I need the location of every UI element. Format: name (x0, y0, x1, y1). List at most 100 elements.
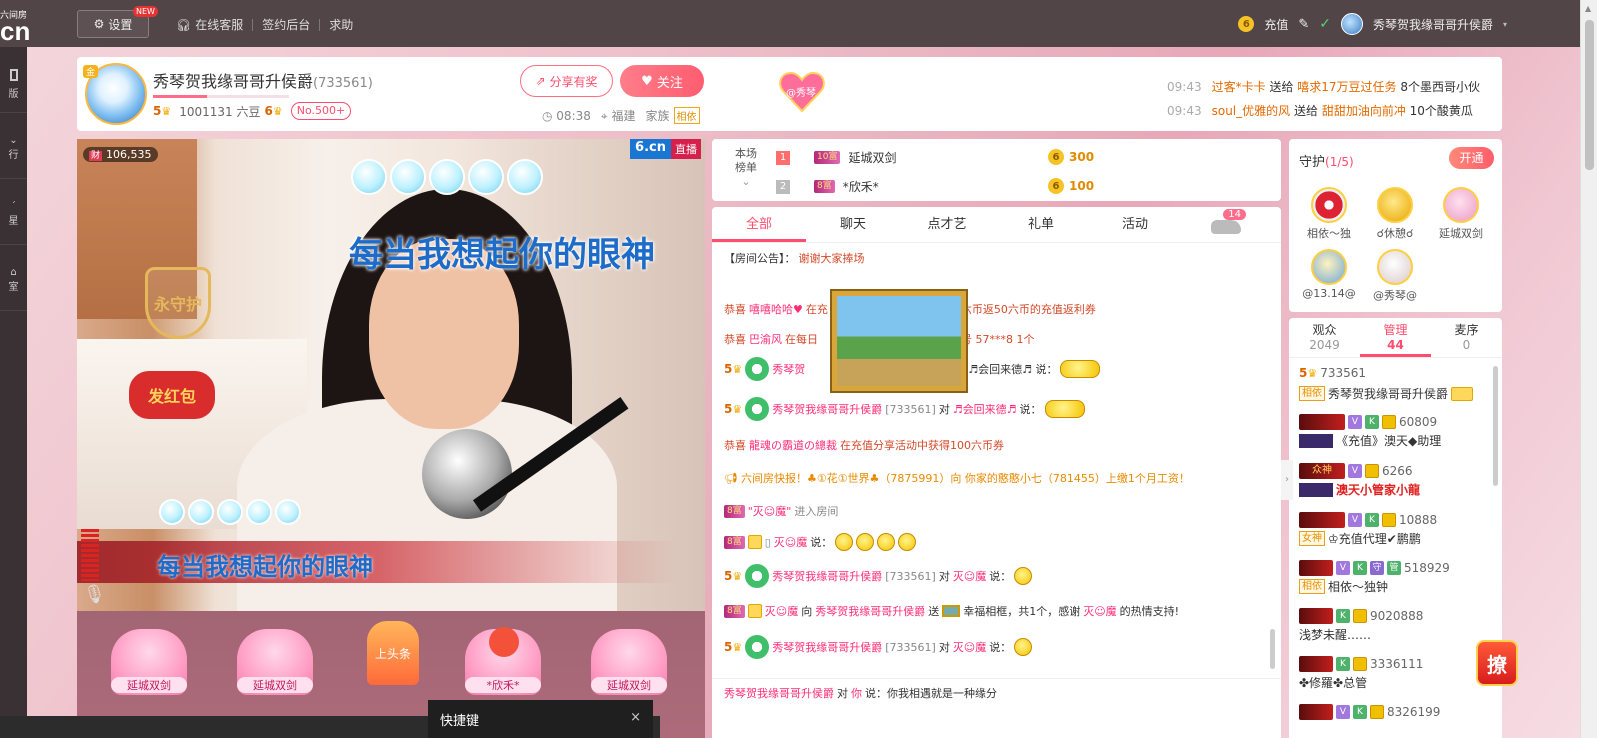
user-row[interactable]: V K 10888 (1299, 512, 1437, 528)
rank-tag (1299, 512, 1345, 528)
message-user[interactable]: 巴渝风 (749, 331, 782, 347)
sign-backend-link[interactable]: 签约后台 (262, 16, 310, 33)
user-avatar[interactable] (1340, 13, 1363, 35)
feed-target[interactable]: 嘻求17万豆过任务 (1297, 80, 1396, 94)
live-logo: 6.cn 直播 (630, 139, 701, 159)
recharge-link[interactable]: 充值 (1264, 16, 1288, 33)
feed-target[interactable]: 甜甜加油向前冲 (1322, 104, 1406, 118)
rank-badge[interactable]: No.500+ (290, 102, 352, 120)
user-row[interactable]: 5 ♛ 733561 (1299, 366, 1366, 380)
video-player[interactable]: 每当我想起你的眼神 每当我想起你的眼神 财 106,535 6.cn 直播 永守护 … (77, 139, 705, 611)
mic-icon[interactable]: 🎙︎ (83, 584, 106, 608)
message-user[interactable]: "灭☺魔" (748, 503, 792, 519)
guard-shield[interactable]: 永守护 (145, 267, 211, 339)
seat[interactable]: *欣禾* (453, 619, 553, 699)
seat[interactable]: 延城双剑 (579, 619, 679, 699)
edit-icon[interactable]: ✎ (1298, 17, 1309, 32)
message-user[interactable]: 灭☺魔 (774, 534, 807, 550)
message-target[interactable]: 秀琴贺我缘哥哥升侯爵 (815, 603, 925, 619)
rail-item[interactable]: ⌂ 室 (0, 245, 27, 311)
page-scrollbar[interactable]: ▲ (1580, 0, 1597, 738)
tab-admins[interactable]: 管理 44 (1360, 318, 1431, 357)
feed-user[interactable]: soul_优雅的风 (1212, 104, 1291, 118)
message-target[interactable]: 灭☺魔 (953, 639, 986, 655)
message-user[interactable]: 秀琴贺我缘哥哥升侯爵 (772, 568, 882, 584)
guard-member[interactable]: @13.14@ (1299, 249, 1359, 300)
scrollbar-thumb[interactable] (1585, 20, 1594, 170)
heart-badge[interactable]: @秀琴 (777, 67, 827, 115)
avatar (1299, 482, 1333, 497)
rail-item[interactable]: ˊ星 (0, 179, 27, 245)
message-user[interactable]: 秀琴贺我缘哥哥升侯爵 (772, 401, 882, 417)
site-logo[interactable]: 六间房 cn (0, 4, 30, 46)
open-guard-button[interactable]: 开通 (1449, 147, 1494, 169)
rank-tag (1299, 560, 1333, 576)
help-link[interactable]: 求助 (329, 16, 353, 33)
message-user[interactable]: 秀琴贺我缘哥哥升侯爵 (772, 639, 882, 655)
dot (390, 159, 426, 195)
user-row[interactable]: 浅梦未醒…… (1299, 626, 1371, 643)
rail-item[interactable]: 版 (0, 47, 27, 113)
tab-audience[interactable]: 观众 2049 (1289, 318, 1360, 357)
guard-member[interactable]: ☌休憩☌ (1365, 187, 1425, 241)
user-row[interactable]: ✤修羅✤总管 (1299, 674, 1367, 691)
chevron-down-icon[interactable]: ▾ (1503, 20, 1507, 29)
user-row[interactable]: 众神 V 6266 (1299, 463, 1413, 479)
message-user[interactable]: 龍魂の霸道の總裁 (749, 437, 837, 453)
message-user[interactable]: 嘻嘻哈哈♥ (749, 301, 803, 317)
check-circle-icon[interactable]: ✓ (1319, 16, 1331, 32)
red-envelope-button[interactable]: 发红包 (129, 371, 215, 419)
user-row[interactable]: V K 60809 (1299, 414, 1437, 430)
message-user[interactable]: 灭☺魔 (1083, 603, 1116, 619)
chevron-right-icon[interactable]: › (1281, 460, 1293, 500)
chat-scrollbar[interactable] (1270, 629, 1275, 669)
message-target[interactable]: ♬会回来德♬ (953, 401, 1017, 417)
rank-row[interactable]: 1 10富 延城双剑 (776, 149, 896, 166)
user-name[interactable]: 秀琴贺我缘哥哥升侯爵 (1373, 16, 1493, 33)
crown-icon: ♛ (732, 569, 743, 583)
seat[interactable]: 延城双剑 (225, 619, 325, 699)
message-user[interactable]: 秀琴贺我缘哥哥升侯爵 (724, 685, 834, 701)
family-tag: 女神 (1299, 531, 1325, 546)
seat[interactable]: 延城双剑 (99, 619, 199, 699)
feed-user[interactable]: 过客*卡卡 (1212, 80, 1266, 94)
user-list-scrollbar[interactable] (1493, 366, 1498, 486)
rank-row[interactable]: 2 8富 *欣禾* (776, 178, 879, 195)
family-tag[interactable]: 相依 (673, 107, 700, 124)
tab-gift-list[interactable]: 礼单 (994, 207, 1088, 242)
scroll-up-icon[interactable]: ▲ (1585, 4, 1591, 13)
tab-activities[interactable]: 活动 (1088, 207, 1182, 242)
user-row[interactable]: 女神 ♔充值代理✔鹏鹏 (1299, 530, 1421, 547)
tab-request-talent[interactable]: 点才艺 (900, 207, 994, 242)
room-id: (733561) (313, 76, 373, 91)
message-user[interactable]: 灭☺魔 (765, 603, 798, 619)
user-name: 相依～独钟 (1328, 580, 1389, 594)
close-icon[interactable]: × (630, 710, 641, 725)
tab-all[interactable]: 全部 (712, 207, 806, 242)
flirt-button[interactable]: 撩 (1476, 640, 1518, 686)
headline-button[interactable]: 上头条 (367, 621, 419, 685)
car-icon[interactable] (1211, 220, 1241, 234)
message-target[interactable]: 灭☺魔 (953, 568, 986, 584)
user-row[interactable]: 澳天小管家小龍 (1299, 481, 1420, 498)
user-row[interactable]: 相依 秀琴贺我缘哥哥升侯爵 (1299, 385, 1474, 402)
user-row[interactable]: V K 守管 518929 (1299, 560, 1450, 576)
share-button[interactable]: ⇗ 分享有奖 (520, 65, 613, 97)
user-row[interactable]: V K 8326199 (1299, 704, 1440, 720)
tab-count: 0 (1462, 338, 1471, 352)
tab-chat[interactable]: 聊天 (806, 207, 900, 242)
message-user[interactable]: 秀琴贺 (772, 361, 805, 377)
tab-mic-queue[interactable]: 麦序 0 (1431, 318, 1502, 357)
follow-button[interactable]: ♥ 关注 (620, 65, 704, 97)
customer-service-link[interactable]: 在线客服 (195, 16, 243, 33)
user-row[interactable]: 《充值》澳天◆助理 (1299, 432, 1441, 449)
guard-member[interactable]: @秀琴@ (1365, 249, 1425, 303)
rank-label[interactable]: 本场 榜单 ⌄ (732, 147, 760, 189)
guard-member[interactable]: 延城双剑 (1431, 187, 1491, 241)
rail-item[interactable]: ⌄ 行 (0, 113, 27, 179)
user-row[interactable]: K 9020888 (1299, 608, 1423, 624)
user-row[interactable]: K 3336111 (1299, 656, 1423, 672)
user-row[interactable]: 相依 相依～独钟 (1299, 578, 1388, 595)
guard-member[interactable]: 相依～独 (1299, 187, 1359, 241)
message-text: 说： (989, 570, 1012, 583)
